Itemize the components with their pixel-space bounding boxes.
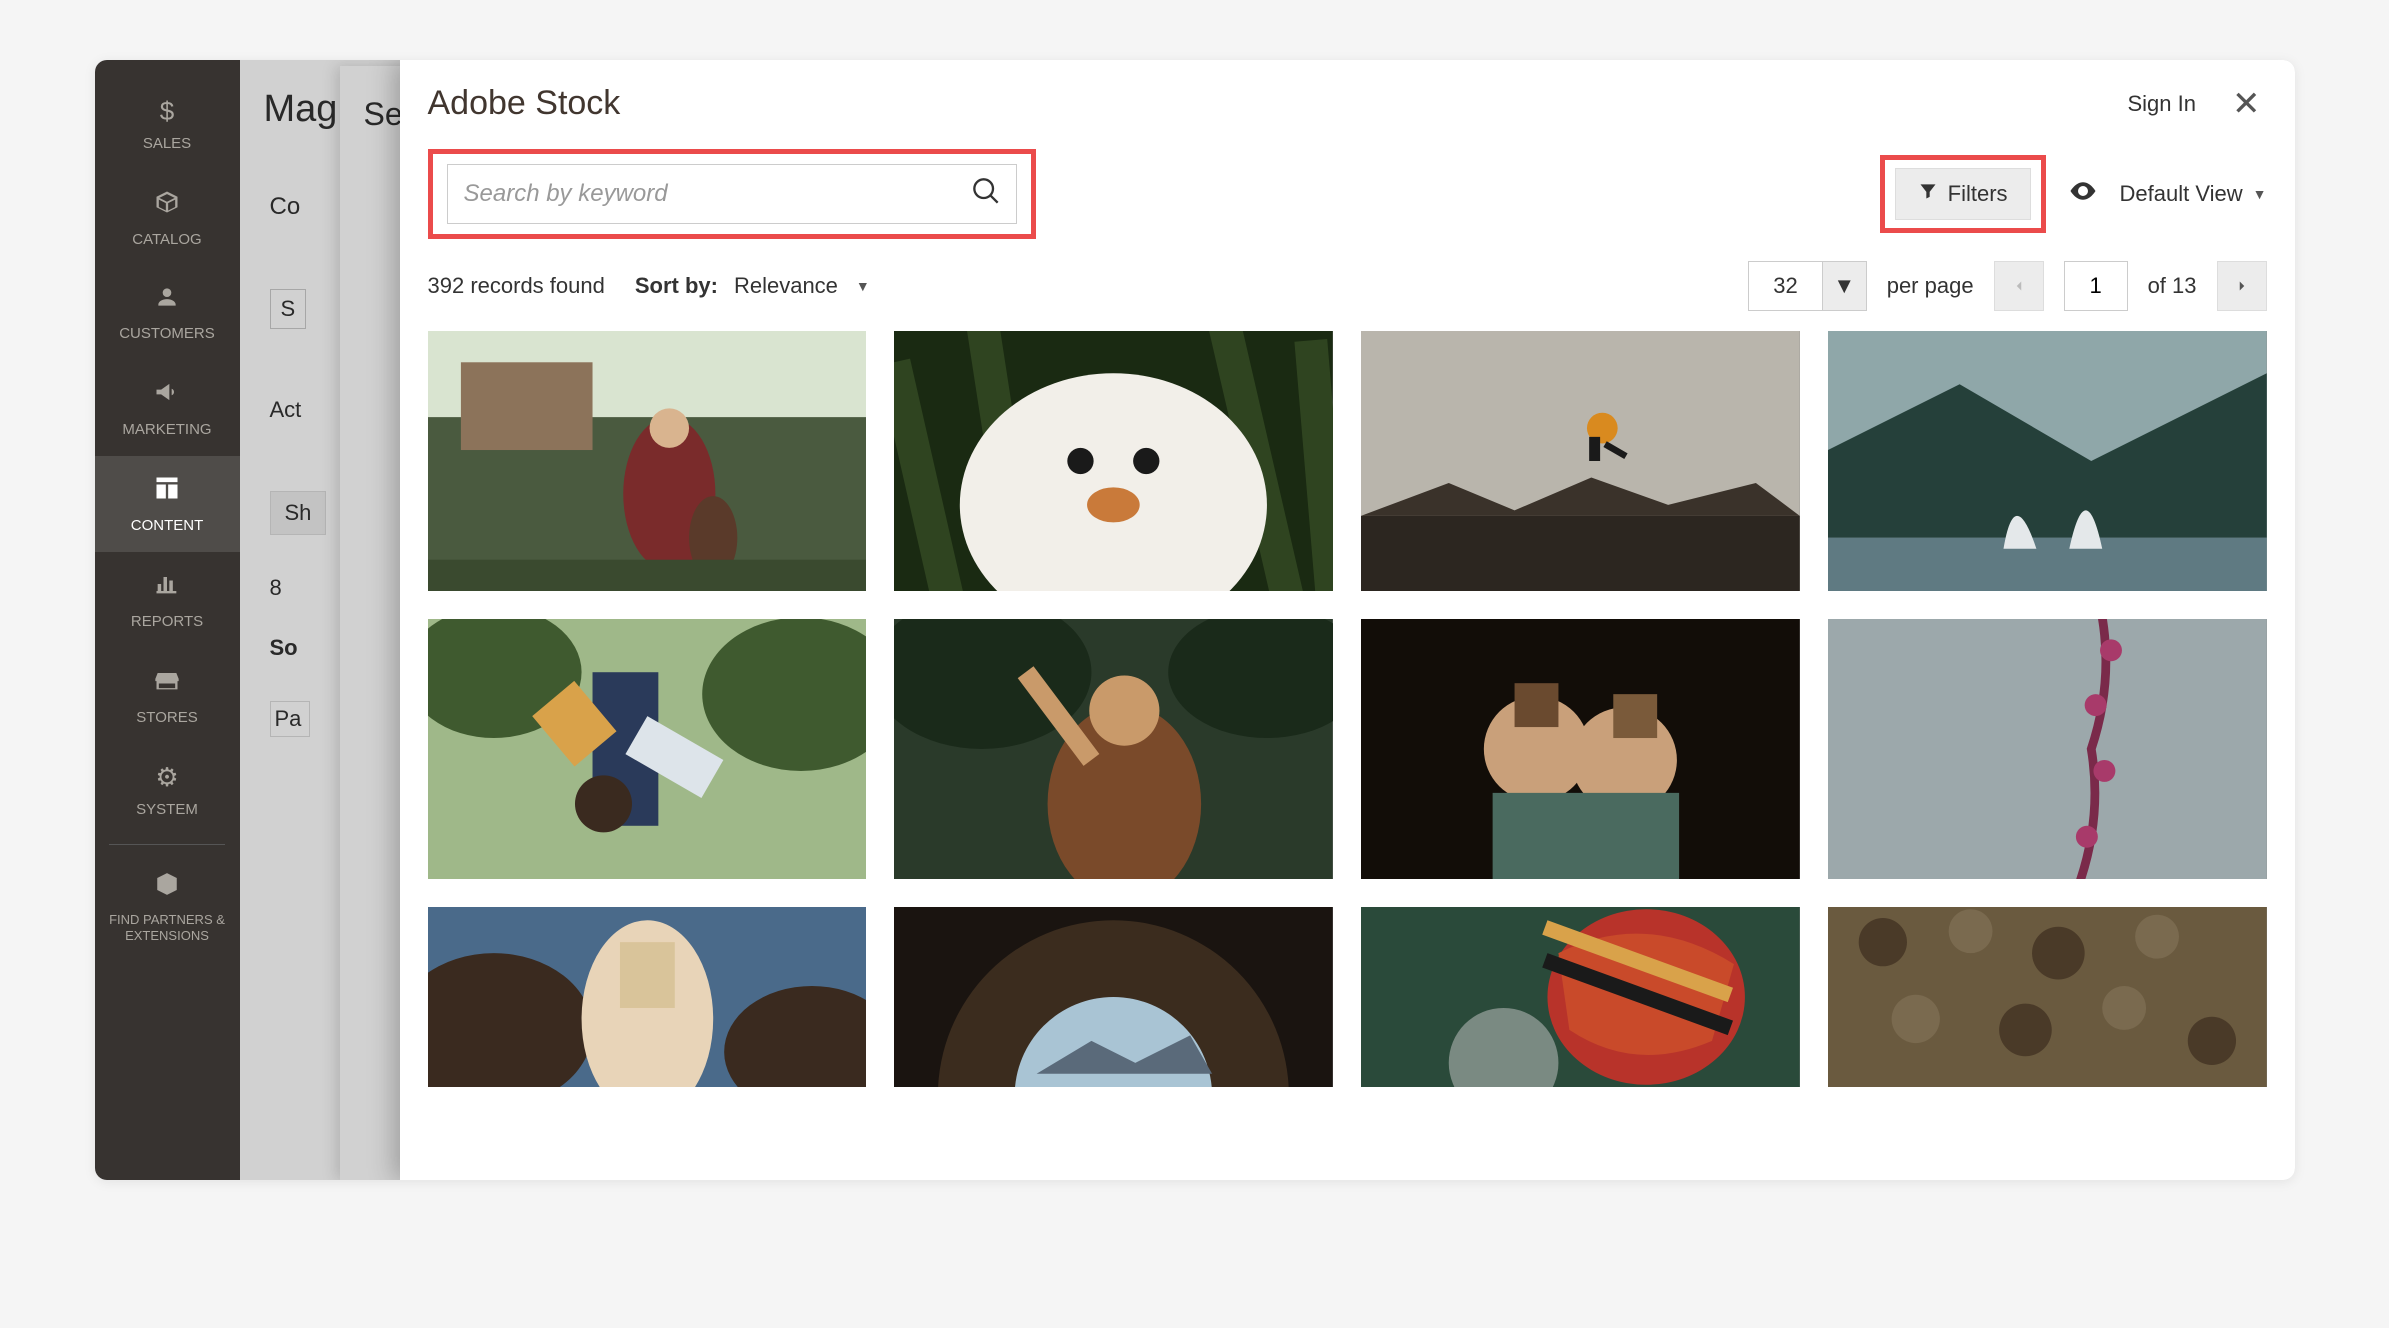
bg-partial: Sh	[270, 491, 327, 535]
image-thumb[interactable]	[428, 907, 867, 1087]
app-frame: $ SALES CATALOG CUSTOMERS MARKETING CO	[95, 60, 2295, 1180]
image-thumb[interactable]	[894, 907, 1333, 1087]
sidebar-item-customers[interactable]: CUSTOMERS	[95, 266, 240, 360]
filters-highlight: Filters	[1880, 155, 2046, 233]
sidebar-divider	[109, 844, 225, 845]
per-page-select[interactable]: 32 ▼	[1748, 261, 1866, 311]
image-thumb[interactable]	[1828, 619, 2267, 879]
sidebar-item-system[interactable]: ⚙ SYSTEM	[95, 744, 240, 836]
sortby-value: Relevance	[734, 273, 838, 299]
sidebar-item-reports[interactable]: REPORTS	[95, 552, 240, 648]
admin-sidebar: $ SALES CATALOG CUSTOMERS MARKETING CO	[95, 60, 240, 1180]
sidebar-item-marketing[interactable]: MARKETING	[95, 360, 240, 456]
adobe-stock-modal: Adobe Stock Sign In ✕	[400, 60, 2295, 1180]
storefront-icon	[153, 666, 181, 701]
sortby-group: Sort by: Relevance ▼	[635, 273, 870, 299]
dollar-icon: $	[160, 96, 174, 127]
image-thumb[interactable]	[894, 331, 1333, 591]
bg-partial: Pa	[270, 701, 311, 737]
filters-label: Filters	[1948, 181, 2008, 207]
chevron-down-icon: ▼	[1822, 262, 1866, 310]
page-of-text: of 13	[2148, 273, 2197, 299]
sidebar-item-label: STORES	[136, 709, 197, 726]
chevron-down-icon: ▼	[856, 278, 870, 294]
page-input[interactable]	[2064, 261, 2128, 311]
per-page-value: 32	[1749, 273, 1821, 299]
bg-partial: S	[270, 289, 307, 329]
sidebar-item-label: MARKETING	[122, 421, 211, 438]
sidebar-item-stores[interactable]: STORES	[95, 648, 240, 744]
image-thumb[interactable]	[1361, 331, 1800, 591]
prev-page-button[interactable]	[1994, 261, 2044, 311]
sidebar-item-label: SALES	[143, 135, 191, 152]
megaphone-icon	[153, 378, 181, 413]
image-thumb[interactable]	[1361, 619, 1800, 879]
controls-row: Filters Default View ▼	[400, 129, 2295, 247]
image-thumb[interactable]	[1361, 907, 1800, 1087]
sidebar-item-content[interactable]: CONTENT	[95, 456, 240, 552]
bars-icon	[153, 570, 181, 605]
per-page-label: per page	[1887, 273, 1974, 299]
close-icon[interactable]: ✕	[2232, 87, 2261, 121]
layout-icon	[153, 474, 181, 509]
meta-row: 392 records found Sort by: Relevance ▼ 3…	[400, 247, 2295, 331]
sidebar-item-label: REPORTS	[131, 613, 203, 630]
funnel-icon	[1918, 181, 1938, 207]
default-view-label: Default View	[2120, 181, 2243, 207]
person-icon	[154, 284, 180, 317]
image-thumb[interactable]	[894, 619, 1333, 879]
default-view-dropdown[interactable]: Default View ▼	[2120, 181, 2267, 207]
sidebar-item-catalog[interactable]: CATALOG	[95, 170, 240, 266]
search-icon[interactable]	[972, 177, 1000, 212]
image-thumb[interactable]	[428, 619, 867, 879]
package-icon	[154, 871, 180, 904]
eye-icon[interactable]	[2068, 176, 2098, 213]
chevron-down-icon: ▼	[2253, 186, 2267, 202]
search-box	[447, 164, 1017, 224]
gear-icon: ⚙	[155, 762, 178, 793]
sortby-label: Sort by:	[635, 273, 718, 299]
image-thumb[interactable]	[1828, 331, 2267, 591]
sidebar-item-label: SYSTEM	[136, 801, 198, 818]
sidebar-item-partners[interactable]: FIND PARTNERS & EXTENSIONS	[95, 853, 240, 961]
sidebar-item-label: FIND PARTNERS & EXTENSIONS	[101, 912, 234, 943]
image-grid	[400, 331, 2295, 1115]
sortby-select[interactable]: Relevance ▼	[734, 273, 870, 299]
sidebar-item-label: CATALOG	[132, 231, 201, 248]
records-found-text: 392 records found	[428, 273, 605, 299]
modal-title: Adobe Stock	[428, 84, 621, 123]
box-icon	[153, 188, 181, 223]
search-highlight	[428, 149, 1036, 239]
sidebar-item-sales[interactable]: $ SALES	[95, 78, 240, 170]
image-thumb[interactable]	[1828, 907, 2267, 1087]
search-input[interactable]	[464, 180, 972, 208]
sidebar-item-label: CONTENT	[131, 517, 204, 534]
modal-header: Adobe Stock Sign In ✕	[400, 60, 2295, 129]
signin-link[interactable]: Sign In	[2128, 91, 2197, 117]
image-thumb[interactable]	[428, 331, 867, 591]
sidebar-item-label: CUSTOMERS	[119, 325, 215, 342]
filters-button[interactable]: Filters	[1895, 168, 2031, 220]
next-page-button[interactable]	[2217, 261, 2267, 311]
